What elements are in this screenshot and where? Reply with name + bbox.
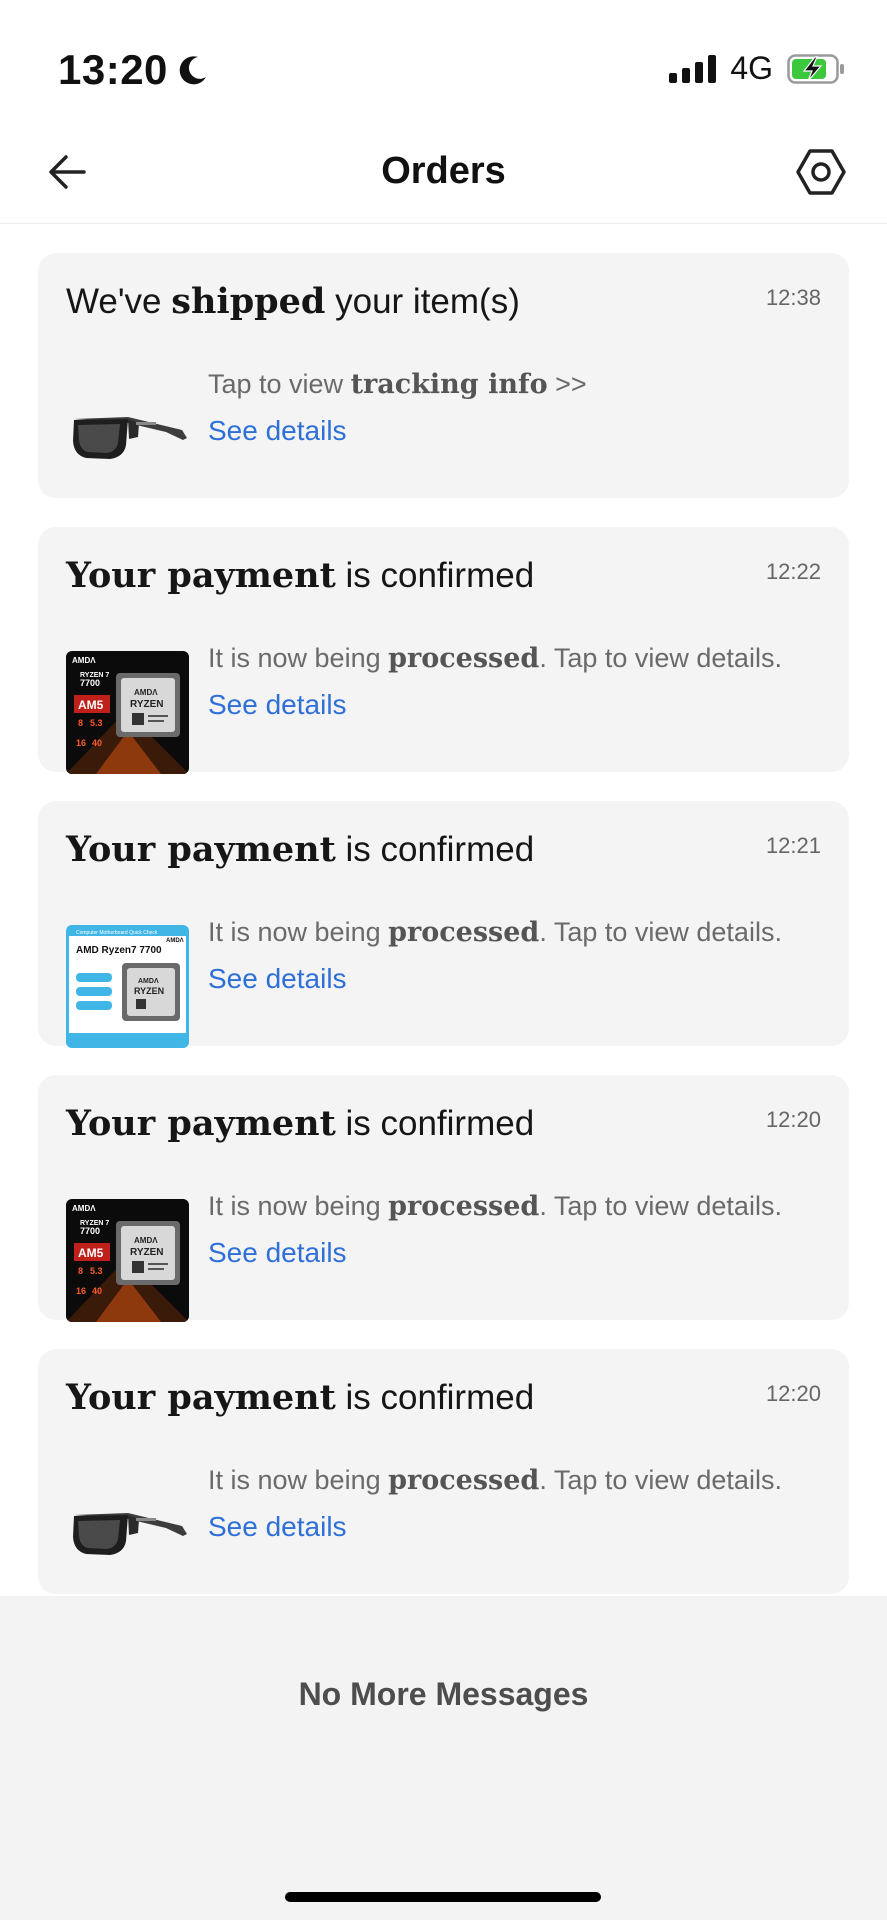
svg-text:AMDΛ: AMDΛ [138, 978, 159, 985]
svg-text:40: 40 [92, 1286, 102, 1296]
amd-cpu-thumbnail: Computer Motherboard Quick Check AMDΛ AM… [66, 925, 189, 1048]
card-description: It is now being processed. Tap to view d… [208, 917, 782, 948]
card-description: It is now being processed. Tap to view d… [208, 1465, 782, 1496]
battery-charging-icon [787, 53, 844, 84]
svg-text:RYZEN: RYZEN [134, 986, 164, 996]
see-details-link[interactable]: See details [208, 1511, 347, 1543]
order-message-card[interactable]: Your payment is confirmed 12:22 AMDΛ RYZ… [38, 527, 849, 774]
card-description: It is now being processed. Tap to view d… [208, 643, 782, 674]
svg-text:AMDΛ: AMDΛ [72, 1204, 96, 1213]
svg-text:RYZEN: RYZEN [130, 1247, 164, 1258]
card-title: We've shipped your item(s) [66, 281, 520, 322]
see-details-link[interactable]: See details [208, 415, 347, 447]
message-list: We've shipped your item(s) 12:38 Tap to … [0, 224, 887, 1596]
card-time: 12:22 [765, 559, 821, 584]
amd-cpu-thumbnail: AMDΛ RYZEN 7 7700 AM5 8 5.3 16 40 AMDΛ R… [66, 1199, 189, 1322]
order-message-card[interactable]: Your payment is confirmed 12:20 AMDΛ RYZ… [38, 1075, 849, 1322]
list-footer: No More Messages [0, 1596, 887, 1920]
svg-text:7700: 7700 [80, 678, 100, 688]
see-details-link[interactable]: See details [208, 689, 347, 721]
see-details-link[interactable]: See details [208, 1237, 347, 1269]
order-message-card[interactable]: We've shipped your item(s) 12:38 Tap to … [38, 253, 849, 498]
svg-text:5.3: 5.3 [90, 1266, 103, 1276]
cellular-signal-icon [669, 54, 717, 83]
svg-text:RYZEN: RYZEN [130, 699, 164, 710]
network-type: 4G [730, 50, 773, 86]
card-title: Your payment is confirmed [66, 1377, 535, 1418]
card-time: 12:38 [765, 285, 821, 310]
status-indicators: 4G [669, 50, 845, 87]
svg-text:8: 8 [78, 1266, 83, 1276]
page-title: Orders [381, 150, 506, 192]
status-time: 13:20 [58, 46, 210, 94]
card-description: Tap to view tracking info >> [208, 369, 587, 400]
svg-text:7700: 7700 [80, 1226, 100, 1236]
svg-text:16: 16 [76, 1286, 86, 1296]
order-message-card[interactable]: Your payment is confirmed 12:20 It is no… [38, 1349, 849, 1594]
sunglasses-thumbnail [66, 377, 189, 500]
order-message-card[interactable]: Your payment is confirmed 12:21 Computer… [38, 801, 849, 1048]
amd-cpu-thumbnail: AMDΛ RYZEN 7 7700 AM5 8 5.3 16 40 AMDΛ R… [66, 651, 189, 774]
svg-text:Computer Motherboard Quick Che: Computer Motherboard Quick Check [76, 930, 158, 936]
svg-text:AMDΛ: AMDΛ [166, 938, 184, 944]
svg-text:AM5: AM5 [78, 1246, 104, 1260]
card-time: 12:20 [765, 1107, 821, 1132]
home-indicator[interactable] [285, 1892, 601, 1902]
svg-text:40: 40 [92, 738, 102, 748]
svg-text:AMDΛ: AMDΛ [134, 1236, 158, 1245]
status-time-text: 13:20 [58, 46, 168, 93]
settings-hexagon-icon[interactable] [795, 146, 847, 198]
svg-text:5.3: 5.3 [90, 718, 103, 728]
card-time: 12:21 [765, 833, 821, 858]
card-description: It is now being processed. Tap to view d… [208, 1191, 782, 1222]
see-details-link[interactable]: See details [208, 963, 347, 995]
card-title: Your payment is confirmed [66, 1103, 535, 1144]
svg-text:8: 8 [78, 718, 83, 728]
status-bar: 13:20 4G [0, 0, 887, 130]
svg-text:AM5: AM5 [78, 698, 104, 712]
card-title: Your payment is confirmed [66, 829, 535, 870]
no-more-messages-label: No More Messages [298, 1676, 589, 1712]
card-title: Your payment is confirmed [66, 555, 535, 596]
svg-text:16: 16 [76, 738, 86, 748]
svg-text:AMD Ryzen7 7700: AMD Ryzen7 7700 [76, 945, 162, 956]
card-time: 12:20 [765, 1381, 821, 1406]
svg-text:AMDΛ: AMDΛ [134, 688, 158, 697]
moon-icon [179, 56, 206, 85]
sunglasses-thumbnail [66, 1473, 189, 1596]
svg-text:AMDΛ: AMDΛ [72, 656, 96, 665]
nav-bar: Orders [0, 130, 887, 224]
